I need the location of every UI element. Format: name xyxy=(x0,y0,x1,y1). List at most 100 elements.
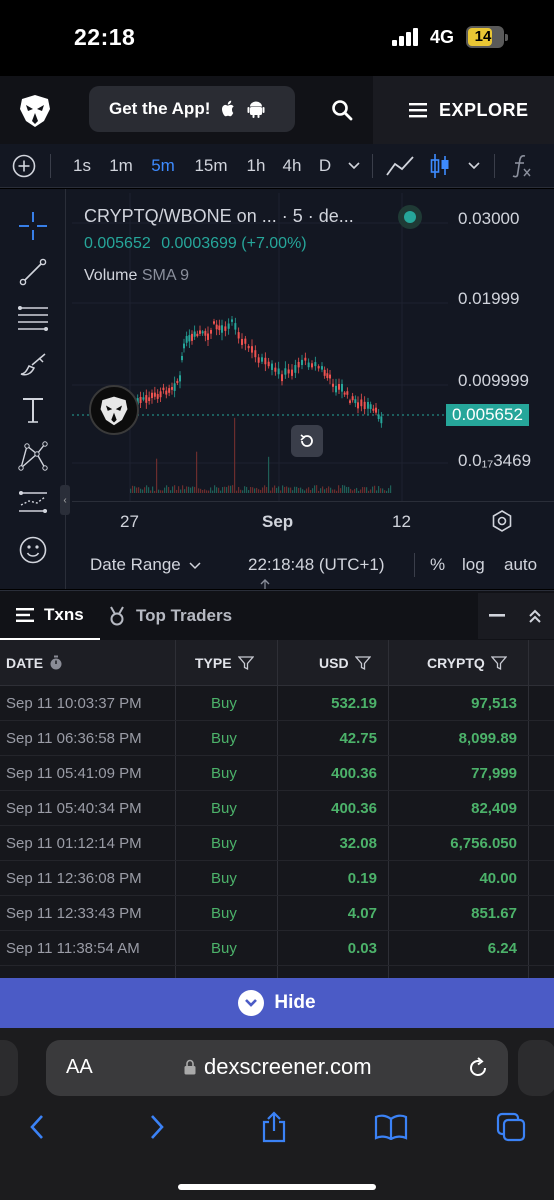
table-row[interactable]: Sep 11 06:36:58 PM Buy 42.75 8,099.89 xyxy=(0,721,554,756)
volume-indicator-legend[interactable]: Volume SMA 9 xyxy=(84,267,189,285)
interval-d[interactable]: D xyxy=(314,144,336,188)
line-chart-button[interactable] xyxy=(384,144,416,188)
row-usd: 0.03 xyxy=(347,940,377,957)
row-date: Sep 11 05:40:34 PM xyxy=(6,800,142,817)
row-token-amount: 82,409 xyxy=(471,800,517,817)
row-date: Sep 11 05:41:09 PM xyxy=(6,765,142,782)
tabs-button[interactable] xyxy=(494,1110,528,1144)
tab-txns[interactable]: Txns xyxy=(0,591,100,641)
text-tool[interactable] xyxy=(14,391,52,429)
tabs-icon xyxy=(496,1112,526,1142)
price-value: 0.005652 xyxy=(84,235,151,252)
fib-tool[interactable] xyxy=(14,299,52,337)
price-axis[interactable]: 0.03000 0.01999 0.009999 0.005652 0.0₁₇3… xyxy=(446,189,554,501)
collapse-drawbar-button[interactable]: ‹ xyxy=(60,485,70,515)
filter-icon xyxy=(490,656,507,671)
filter-icon xyxy=(354,656,371,671)
row-type: Buy xyxy=(211,730,237,747)
share-button[interactable] xyxy=(257,1110,291,1144)
transactions-table: DATE TYPE USD CRYPTQ Sep 11 10:03:37 PM B… xyxy=(0,640,554,978)
panel-tabs: Txns Top Traders xyxy=(0,590,554,641)
candles-chart-button[interactable] xyxy=(426,144,454,188)
table-row[interactable]: Sep 11 12:33:43 PM Buy 4.07 851.67 xyxy=(0,896,554,931)
x-tick: Sep xyxy=(262,512,294,531)
row-type: Buy xyxy=(211,940,237,957)
row-date: Sep 11 10:03:37 PM xyxy=(6,695,142,712)
reload-icon xyxy=(470,1057,486,1076)
column-type-label: TYPE xyxy=(195,655,232,671)
row-type: Buy xyxy=(211,695,237,712)
column-token[interactable]: CRYPTQ xyxy=(427,640,507,686)
log-scale-toggle[interactable]: log xyxy=(462,555,485,575)
token-avatar-icon[interactable] xyxy=(89,385,139,435)
time-axis[interactable]: 27 Sep 12 xyxy=(72,501,554,539)
previous-tab-preview[interactable] xyxy=(0,1040,18,1096)
reset-chart-button[interactable] xyxy=(291,425,323,457)
table-row[interactable]: Sep 11 01:12:14 PM Buy 32.08 6,756.050 xyxy=(0,826,554,861)
interval-5m[interactable]: 5m xyxy=(146,144,180,188)
address-bar[interactable]: AA dexscreener.com xyxy=(46,1040,508,1096)
row-type: Buy xyxy=(211,905,237,922)
table-row[interactable] xyxy=(0,966,554,978)
chevrons-up-icon xyxy=(529,609,541,623)
row-token-amount: 97,513 xyxy=(471,695,517,712)
text-icon xyxy=(23,398,43,423)
expand-panel-button[interactable] xyxy=(516,593,554,639)
table-row[interactable]: Sep 11 05:40:34 PM Buy 400.36 82,409 xyxy=(0,791,554,826)
tab-txns-label: Txns xyxy=(44,604,84,624)
hide-panel-button[interactable]: Hide xyxy=(0,978,554,1028)
chart-type-dropdown-button[interactable] xyxy=(464,144,484,188)
get-app-button[interactable]: Get the App! xyxy=(89,86,295,132)
minimize-panel-button[interactable] xyxy=(478,593,516,639)
dexscreener-logo-icon[interactable] xyxy=(16,91,54,129)
table-row[interactable]: Sep 11 11:38:54 AM Buy 0.03 6.24 xyxy=(0,931,554,966)
interval-1h[interactable]: 1h xyxy=(242,144,270,188)
candlestick-icon xyxy=(430,154,449,178)
interval-1s[interactable]: 1s xyxy=(68,144,96,188)
trend-line-tool[interactable] xyxy=(14,253,52,291)
row-date: Sep 11 01:12:14 PM xyxy=(6,835,142,852)
forecast-tool[interactable] xyxy=(14,483,52,521)
row-type: Buy xyxy=(211,765,237,782)
app-header: Get the App! EXPLORE xyxy=(0,76,554,144)
reader-settings-button[interactable]: AA xyxy=(66,1056,93,1079)
brush-tool[interactable] xyxy=(14,345,52,383)
drawing-toolbar xyxy=(0,189,66,589)
column-date[interactable]: DATE xyxy=(6,640,63,686)
bookmarks-button[interactable] xyxy=(374,1110,408,1144)
y-tick: 0.0₁₇3469 xyxy=(458,451,532,470)
column-usd[interactable]: USD xyxy=(319,640,371,686)
interval-15m[interactable]: 15m xyxy=(190,144,232,188)
tab-top-traders[interactable]: Top Traders xyxy=(108,591,232,641)
column-usd-label: USD xyxy=(319,655,349,671)
row-usd: 400.36 xyxy=(331,800,377,817)
percent-scale-toggle[interactable]: % xyxy=(430,555,445,575)
emoji-tool[interactable] xyxy=(14,531,52,569)
row-date: Sep 11 06:36:58 PM xyxy=(6,730,142,747)
url-display[interactable]: dexscreener.com xyxy=(184,1054,372,1080)
date-range-button[interactable]: Date Range xyxy=(90,555,201,575)
reload-button[interactable] xyxy=(466,1056,490,1080)
timezone-clock[interactable]: 22:18:48 (UTC+1) xyxy=(248,555,385,575)
pattern-tool[interactable] xyxy=(14,437,52,475)
chart-settings-button[interactable] xyxy=(490,509,514,533)
auto-scale-toggle[interactable]: auto xyxy=(504,555,537,575)
intervals-dropdown-button[interactable] xyxy=(344,144,364,188)
indicators-button[interactable] xyxy=(506,144,538,188)
search-button[interactable] xyxy=(324,92,360,128)
interval-1m[interactable]: 1m xyxy=(104,144,138,188)
back-button[interactable] xyxy=(20,1110,54,1144)
explore-button[interactable]: EXPLORE xyxy=(373,76,554,144)
column-type[interactable]: TYPE xyxy=(195,640,254,686)
interval-4h[interactable]: 4h xyxy=(278,144,306,188)
table-row[interactable]: Sep 11 05:41:09 PM Buy 400.36 77,999 xyxy=(0,756,554,791)
row-token-amount: 8,099.89 xyxy=(458,730,517,747)
table-row[interactable]: Sep 11 10:03:37 PM Buy 532.19 97,513 xyxy=(0,686,554,721)
add-symbol-button[interactable] xyxy=(10,144,38,188)
reset-icon xyxy=(300,434,313,447)
crosshair-tool[interactable] xyxy=(14,207,52,245)
chart-container: ‹ CRYPTQ/WBONE on ... · 5 · de... 0.0056… xyxy=(0,189,554,589)
forward-button[interactable] xyxy=(140,1110,174,1144)
next-tab-preview[interactable] xyxy=(518,1040,554,1096)
table-row[interactable]: Sep 11 12:36:08 PM Buy 0.19 40.00 xyxy=(0,861,554,896)
